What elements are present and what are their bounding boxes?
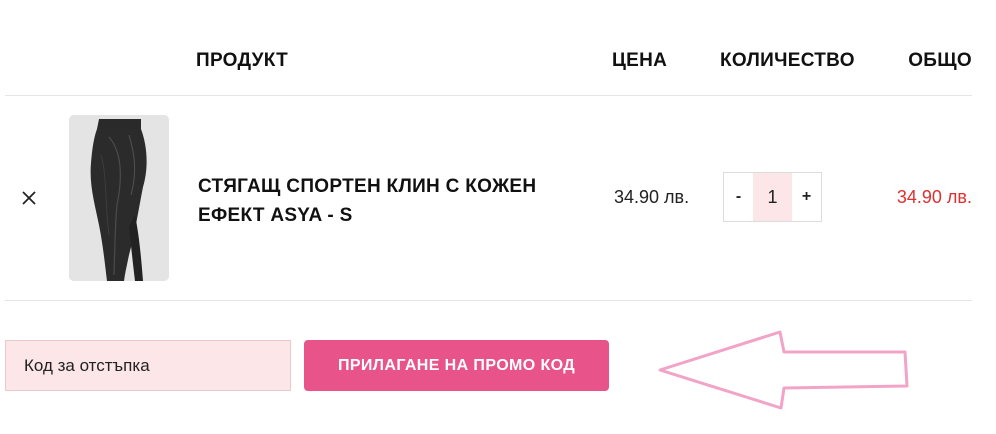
quantity-stepper: - + bbox=[723, 172, 822, 222]
product-name-link[interactable]: СТЯГАЩ СПОРТЕН КЛИН С КОЖЕН ЕФЕКТ ASYA -… bbox=[198, 172, 578, 230]
apply-promo-code-button[interactable]: ПРИЛАГАНЕ НА ПРОМО КОД bbox=[304, 340, 609, 391]
column-header-quantity: КОЛИЧЕСТВО bbox=[720, 50, 855, 71]
product-image bbox=[69, 115, 169, 281]
quantity-decrease-button[interactable]: - bbox=[724, 173, 753, 221]
header-divider bbox=[5, 95, 972, 96]
row-divider bbox=[5, 300, 972, 301]
item-total: 34.90 лв. bbox=[896, 187, 972, 207]
column-header-total: ОБЩО bbox=[908, 50, 972, 71]
quantity-input[interactable] bbox=[753, 173, 792, 221]
coupon-code-input[interactable] bbox=[5, 340, 291, 391]
quantity-increase-button[interactable]: + bbox=[792, 173, 821, 221]
product-thumbnail[interactable] bbox=[69, 115, 169, 281]
arrow-left-icon bbox=[658, 330, 909, 410]
remove-item-button[interactable] bbox=[17, 186, 41, 210]
column-header-product: ПРОДУКТ bbox=[196, 50, 288, 71]
item-price: 34.90 лв. bbox=[614, 187, 690, 207]
close-icon bbox=[22, 191, 36, 205]
column-header-price: ЦЕНА bbox=[612, 50, 668, 71]
